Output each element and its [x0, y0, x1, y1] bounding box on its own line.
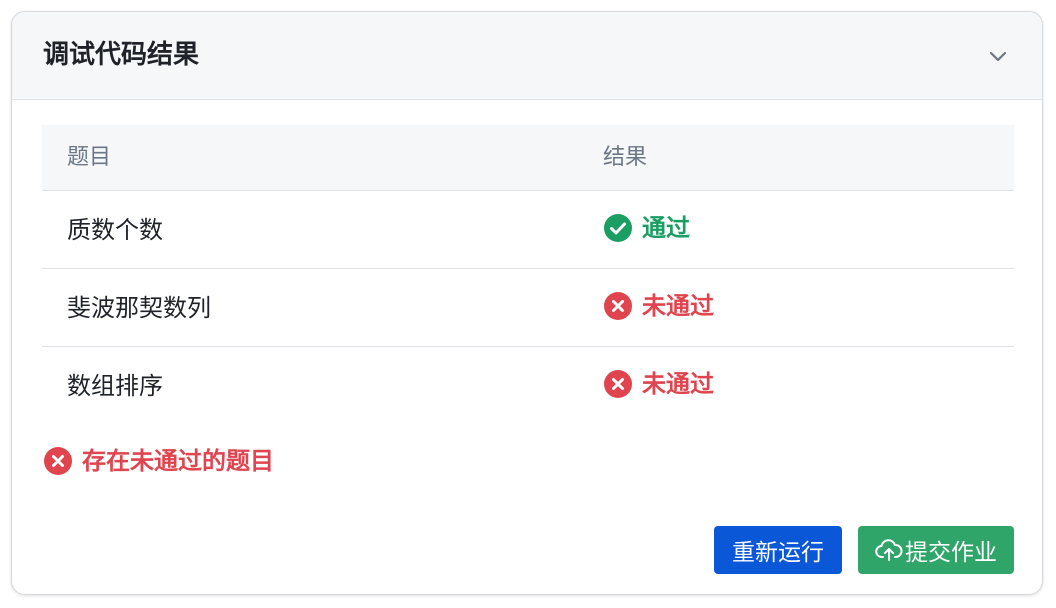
- card-header[interactable]: 调试代码结果: [12, 12, 1042, 100]
- problem-name: 数组排序: [67, 372, 163, 400]
- header-problem: 题目: [67, 145, 112, 170]
- rerun-label: 重新运行: [732, 540, 824, 566]
- debug-result-card: 调试代码结果 题目 结果 质数个数 通过 斐波那契数列 未通过 数组排序 未通过…: [11, 11, 1043, 595]
- chevron-down-icon[interactable]: [986, 44, 1010, 68]
- result-fail: 未通过: [603, 367, 714, 401]
- cloud-upload-icon: [875, 539, 903, 561]
- result-label: 通过: [642, 214, 690, 242]
- result-label: 未通过: [642, 292, 714, 320]
- table-row: 数组排序 未通过: [42, 347, 1014, 425]
- card-title: 调试代码结果: [43, 40, 200, 70]
- table-row: 斐波那契数列 未通过: [42, 269, 1014, 347]
- table-header: 题目 结果: [42, 125, 1014, 191]
- x-circle-icon: [44, 447, 72, 475]
- problem-name: 斐波那契数列: [67, 294, 211, 322]
- result-fail: 未通过: [603, 289, 714, 323]
- check-circle-icon: [604, 214, 632, 242]
- summary-status: 存在未通过的题目: [43, 444, 274, 478]
- x-circle-icon: [604, 370, 632, 398]
- submit-label: 提交作业: [905, 540, 997, 566]
- result-pass: 通过: [603, 211, 690, 245]
- header-result: 结果: [603, 145, 648, 170]
- x-circle-icon: [604, 292, 632, 320]
- problem-name: 质数个数: [67, 216, 163, 244]
- table-row: 质数个数 通过: [42, 191, 1014, 269]
- rerun-button[interactable]: 重新运行: [714, 526, 842, 574]
- result-table: 题目 结果 质数个数 通过 斐波那契数列 未通过 数组排序 未通过: [42, 125, 1014, 425]
- summary-text: 存在未通过的题目: [82, 447, 274, 475]
- result-label: 未通过: [642, 370, 714, 398]
- submit-homework-button[interactable]: 提交作业: [858, 526, 1014, 574]
